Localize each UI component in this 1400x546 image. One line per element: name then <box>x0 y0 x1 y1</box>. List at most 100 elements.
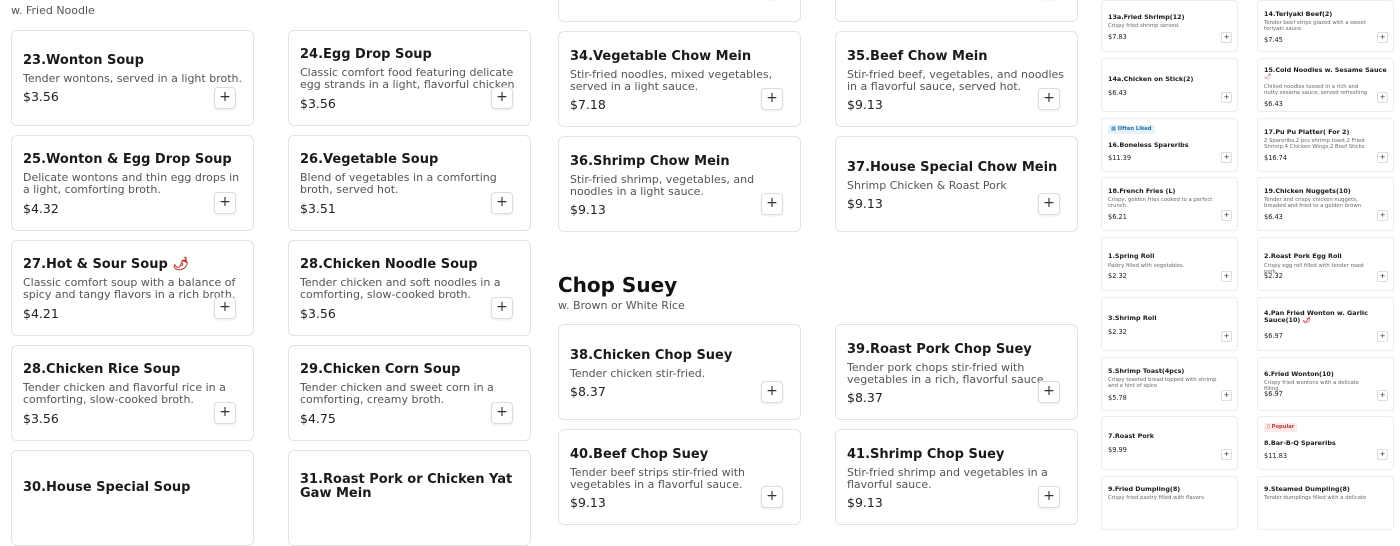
item-description: Tender chicken stir-fried. <box>570 367 706 380</box>
menu-item-card-clipped[interactable]: $8.37 + <box>835 0 1078 22</box>
item-price: $3.56 <box>23 89 59 104</box>
add-to-cart-button[interactable]: + <box>1221 390 1232 401</box>
add-to-cart-button[interactable]: + <box>214 192 236 214</box>
mini-menu-card[interactable]: 9.Fried Dumpling(8) Crispy fried pastry … <box>1101 476 1238 530</box>
menu-item-card[interactable]: 29.Chicken Corn Soup Tender chicken and … <box>288 345 531 441</box>
add-to-cart-button[interactable]: + <box>1377 92 1388 103</box>
add-to-cart-button[interactable]: + <box>761 381 783 403</box>
add-to-cart-button[interactable]: + <box>761 88 783 110</box>
menu-item-card-clipped[interactable]: + <box>558 0 801 22</box>
add-to-cart-button[interactable]: + <box>1377 271 1388 282</box>
mini-menu-card[interactable]: 17.Pu Pu Platter( For 2) 2 Spareribs,2 p… <box>1257 118 1394 172</box>
item-description: Tender chicken and flavorful rice in a c… <box>23 381 226 406</box>
menu-item-card[interactable]: 30.House Special Soup <box>11 450 254 546</box>
add-to-cart-button[interactable]: + <box>214 297 236 319</box>
add-to-cart-button[interactable]: + <box>1221 271 1232 282</box>
mini-menu-card[interactable]: 1.Spring Roll Pastry filled with vegetab… <box>1101 237 1238 291</box>
menu-item-card[interactable]: 26.Vegetable Soup Blend of vegetables in… <box>288 135 531 231</box>
item-name: 16.Boneless Spareribs <box>1108 141 1189 149</box>
menu-item-card[interactable]: 39.Roast Pork Chop Suey Tender pork chop… <box>835 324 1078 420</box>
item-name: 8.Bar-B-Q Spareribs <box>1264 439 1336 447</box>
add-to-cart-button[interactable]: + <box>1221 331 1232 342</box>
menu-item-card[interactable]: 23.Wonton Soup Tender wontons, served in… <box>11 30 254 126</box>
add-to-cart-button[interactable]: + <box>214 87 236 109</box>
menu-item-card[interactable]: 36.Shrimp Chow Mein Stir-fried shrimp, v… <box>558 136 801 232</box>
item-description: Tender and crispy chicken nuggets, bread… <box>1264 197 1362 209</box>
menu-item-card[interactable]: 41.Shrimp Chop Suey Stir-fried shrimp an… <box>835 429 1078 525</box>
add-to-cart-button[interactable]: + <box>1038 88 1060 110</box>
add-to-cart-button[interactable]: + <box>214 402 236 424</box>
menu-item-card[interactable]: 35.Beef Chow Mein Stir-fried beef, veget… <box>835 31 1078 127</box>
spicy-icon: 🌶 <box>1264 73 1272 80</box>
mini-menu-card[interactable]: 4.Pan Fried Wonton w. Garlic Sauce(10) 🌶… <box>1257 297 1394 351</box>
add-to-cart-button[interactable]: + <box>1221 32 1232 43</box>
mini-menu-card[interactable]: 19.Chicken Nuggets(10) Tender and crispy… <box>1257 177 1394 231</box>
item-price: $6.97 <box>1264 390 1283 398</box>
add-to-cart-button[interactable]: + <box>491 87 513 109</box>
mini-menu-card[interactable]: 6.Fried Wonton(10) Crispy fried wontons … <box>1257 357 1394 411</box>
item-price: $3.56 <box>300 96 336 111</box>
mini-menu-card[interactable]: 9.Steamed Dumpling(8) Tender dumplings f… <box>1257 476 1394 530</box>
mini-menu-card[interactable]: 14.Teriyaki Beef(2) Tender beef strips g… <box>1257 0 1394 52</box>
add-to-cart-button[interactable]: + <box>491 297 513 319</box>
menu-item-card[interactable]: 28.Chicken Noodle Soup Tender chicken an… <box>288 240 531 336</box>
item-description: Chilled noodles tossed in a rich and nut… <box>1264 84 1368 96</box>
item-description: Tender dumplings filled with a delicate <box>1264 495 1367 501</box>
item-price: $11.39 <box>1108 154 1132 162</box>
add-to-cart-button[interactable]: + <box>1038 193 1060 215</box>
item-price: $4.32 <box>23 201 59 216</box>
item-description: Stir-fried shrimp and vegetables in a fl… <box>847 466 1048 491</box>
add-to-cart-button[interactable]: + <box>1221 152 1232 163</box>
mini-menu-card[interactable]: ▦ Often Liked 16.Boneless Spareribs $11.… <box>1101 118 1238 172</box>
mini-menu-card[interactable]: 7.Roast Pork $9.99 + <box>1101 416 1238 470</box>
mini-menu-card[interactable]: 18.French Fries (L) Crispy, golden fries… <box>1101 177 1238 231</box>
add-to-cart-button[interactable]: + <box>491 402 513 424</box>
add-to-cart-button[interactable]: + <box>1221 210 1232 221</box>
item-price: $6.21 <box>1108 213 1127 221</box>
add-to-cart-button[interactable]: + <box>1377 331 1388 342</box>
mini-menu-card[interactable]: ▯ Popular 8.Bar-B-Q Spareribs $11.83 + <box>1257 416 1394 470</box>
item-description: Tender chicken and soft noodles in a com… <box>300 276 501 301</box>
mini-menu-card[interactable]: 14a.Chicken on Stick(2) $6.43 + <box>1101 58 1238 112</box>
mini-menu-card[interactable]: 2.Roast Pork Egg Roll Crispy egg roll fi… <box>1257 237 1394 291</box>
item-name: 14a.Chicken on Stick(2) <box>1108 75 1194 83</box>
spicy-icon: 🌶 <box>172 257 189 272</box>
mini-menu-card[interactable]: 13a.Fried Shrimp(12) Crispy fried shrimp… <box>1101 0 1238 52</box>
add-to-cart-button[interactable]: + <box>761 193 783 215</box>
add-to-cart-button[interactable]: + <box>1377 32 1388 43</box>
item-name: 6.Fried Wonton(10) <box>1264 370 1334 378</box>
item-name: 9.Fried Dumpling(8) <box>1108 485 1181 493</box>
item-name-text: 4.Pan Fried Wonton w. Garlic Sauce(10) <box>1264 309 1368 324</box>
add-to-cart-button[interactable]: + <box>1221 449 1232 460</box>
menu-item-card[interactable]: 38.Chicken Chop Suey Tender chicken stir… <box>558 324 801 420</box>
add-to-cart-button[interactable]: + <box>1038 381 1060 403</box>
item-name: 3.Shrimp Roll <box>1108 314 1157 322</box>
menu-item-card[interactable]: 37.House Special Chow Mein Shrimp Chicke… <box>835 136 1078 232</box>
add-to-cart-button[interactable]: + <box>1377 210 1388 221</box>
item-name: 41.Shrimp Chop Suey <box>847 447 1005 462</box>
item-name: 24.Egg Drop Soup <box>300 47 432 62</box>
item-price: $7.18 <box>570 97 606 112</box>
item-description: Pastry filled with vegetables. <box>1108 263 1185 269</box>
item-name: 31.Roast Pork or Chicken Yat Gaw Mein <box>300 472 513 501</box>
add-to-cart-button[interactable]: + <box>761 486 783 508</box>
menu-item-card[interactable]: 31.Roast Pork or Chicken Yat Gaw Mein <box>288 450 531 546</box>
item-description: Stir-fried beef, vegetables, and noodles… <box>847 68 1064 93</box>
mini-menu-card[interactable]: 5.Shrimp Toast(4pcs) Crispy toasted brea… <box>1101 357 1238 411</box>
menu-item-card[interactable]: 24.Egg Drop Soup Classic comfort food fe… <box>288 30 531 126</box>
item-price: $6.97 <box>1264 332 1283 340</box>
add-to-cart-button[interactable]: + <box>491 192 513 214</box>
add-to-cart-button[interactable]: + <box>1221 92 1232 103</box>
menu-item-card[interactable]: 40.Beef Chop Suey Tender beef strips sti… <box>558 429 801 525</box>
menu-item-card[interactable]: 28.Chicken Rice Soup Tender chicken and … <box>11 345 254 441</box>
add-to-cart-button[interactable]: + <box>1038 486 1060 508</box>
mini-menu-card[interactable]: 3.Shrimp Roll $2.32 + <box>1101 297 1238 351</box>
add-to-cart-button[interactable]: + <box>1377 449 1388 460</box>
add-to-cart-button[interactable]: + <box>1377 390 1388 401</box>
mini-menu-card[interactable]: 15.Cold Noodles w. Sesame Sauce 🌶 Chille… <box>1257 58 1394 112</box>
menu-item-card[interactable]: 34.Vegetable Chow Mein Stir-fried noodle… <box>558 31 801 127</box>
menu-item-card[interactable]: 25.Wonton & Egg Drop Soup Delicate wonto… <box>11 135 254 231</box>
add-to-cart-button[interactable]: + <box>1377 152 1388 163</box>
item-name: 35.Beef Chow Mein <box>847 49 988 64</box>
menu-item-card[interactable]: 27.Hot & Sour Soup 🌶 Classic comfort sou… <box>11 240 254 336</box>
